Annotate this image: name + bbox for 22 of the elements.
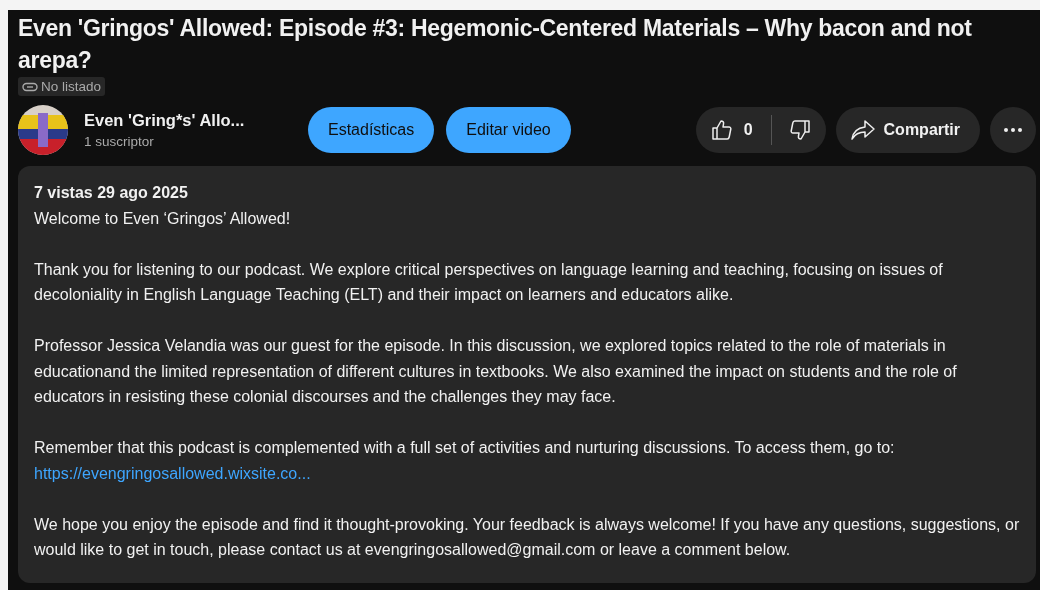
link-icon: [22, 81, 38, 92]
thumbs-up-icon: [709, 118, 734, 142]
description-text: Remember that this podcast is complemented with a full set of activities and nurturing discussions. To access them, go to:: [34, 439, 895, 456]
share-button[interactable]: Compartir: [835, 107, 980, 153]
action-button[interactable]: Estadísticas: [308, 107, 435, 153]
description-text: Thank you for listening to our podcast. We explore critical perspectives on language learning and teaching, focusing on issues of decoloniality in English Language Teaching (ELT) and their impact on learners and educators alike.: [34, 260, 943, 303]
video-title: Even 'Gringos' Allowed: Episode #3: Hegemonic-Centered Materials – Why bacon and not arepa?: [18, 14, 973, 75]
like-button[interactable]: 0: [709, 118, 763, 142]
channel-avatar[interactable]: [18, 105, 68, 155]
website-link[interactable]: https://evengringosallowed.wixsite.co...: [34, 464, 311, 482]
visibility-label: No listado: [41, 79, 102, 94]
thumbs-down-icon: [787, 118, 812, 142]
channel-name[interactable]: Even 'Gring*s' Allo...: [84, 111, 284, 130]
more-button[interactable]: [990, 107, 1036, 153]
subscriber-count: 1 suscriptor: [84, 134, 155, 149]
view-count-date: 7 vistas 29 ago 2025: [34, 183, 189, 203]
action-button[interactable]: Editar video: [446, 107, 571, 153]
description-text: Professor Jessica Velandia was our guest for the episode. In this discussion, we explored topics related to the role of materials in educationand the limited representation of different cultures in textbooks. We also examined the impact on students and the role of educators in resisting these colonial discourses and the challenges they may face.: [34, 337, 957, 405]
description-text: We hope you enjoy the episode and find it thought-provoking. Your feedback is always welcome! If you have any questions, suggestions, or would like to get in touch, please contact us at evengringosallowed@gmail.com or leave a comment below.: [34, 515, 1020, 558]
description-text: Welcome to Even ‘Gringos’ Allowed!: [34, 209, 291, 227]
share-arrow-icon: [849, 119, 876, 141]
more-icon: [1003, 127, 1023, 133]
